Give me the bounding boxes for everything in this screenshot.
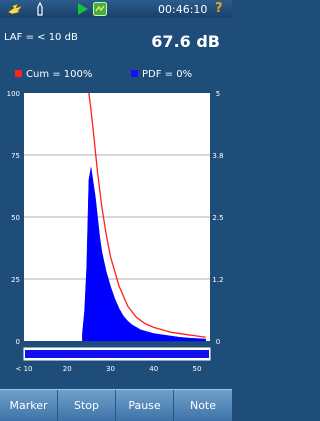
marker-button[interactable]: Marker <box>0 390 58 421</box>
x-tick-label: < 10 <box>16 365 33 373</box>
x-tick-label: 30 <box>106 365 115 373</box>
play-icon[interactable] <box>77 2 89 16</box>
distribution-chart: 100 5 75 3.8 50 2.5 25 1.2 0 0 < 10 20 30 40 50 <box>7 90 224 373</box>
button-bar: Marker Stop Pause Note <box>0 389 232 421</box>
y-left-tick-label: 0 <box>16 338 20 346</box>
range-strip-bar <box>25 350 209 358</box>
y-left-tick-label: 50 <box>11 214 20 222</box>
note-button[interactable]: Note <box>174 390 232 421</box>
legend-pdf-swatch <box>131 70 138 77</box>
y-right-tick-label: 2.5 <box>212 214 223 222</box>
battery-icon <box>37 2 43 16</box>
clock: 00:46:10 <box>158 3 208 16</box>
legend-cum: Cum = 100% <box>15 69 92 80</box>
legend-cum-label: Cum = 100% <box>26 69 93 80</box>
app-icon[interactable] <box>93 2 107 16</box>
y-left-tick-label: 25 <box>11 276 20 284</box>
level-readout: 67.6 dB <box>151 32 220 51</box>
y-right-tick-label: 3.8 <box>212 152 223 160</box>
y-left-tick-label: 100 <box>7 90 20 98</box>
legend-pdf: PDF = 0% <box>131 69 192 80</box>
x-tick-label: 20 <box>63 365 72 373</box>
filter-label: LAF = < 10 dB <box>4 32 78 43</box>
y-right-tick-label: 0 <box>216 338 220 346</box>
x-tick-label: 40 <box>149 365 158 373</box>
connection-icon[interactable] <box>6 2 26 16</box>
legend-pdf-label: PDF = 0% <box>142 69 193 80</box>
y-right-tick-label: 1.2 <box>212 276 223 284</box>
y-right-tick-label: 5 <box>216 90 220 98</box>
status-bar: 00:46:10 ? <box>0 0 232 18</box>
help-icon[interactable]: ? <box>215 1 223 16</box>
x-tick-label: 50 <box>193 365 202 373</box>
legend-cum-swatch <box>15 70 22 77</box>
y-left-tick-label: 75 <box>11 152 20 160</box>
pause-button[interactable]: Pause <box>116 390 174 421</box>
stop-button[interactable]: Stop <box>58 390 116 421</box>
chart-area: 100 5 75 3.8 50 2.5 25 1.2 0 0 < 10 20 30 40 50 <box>0 86 232 386</box>
